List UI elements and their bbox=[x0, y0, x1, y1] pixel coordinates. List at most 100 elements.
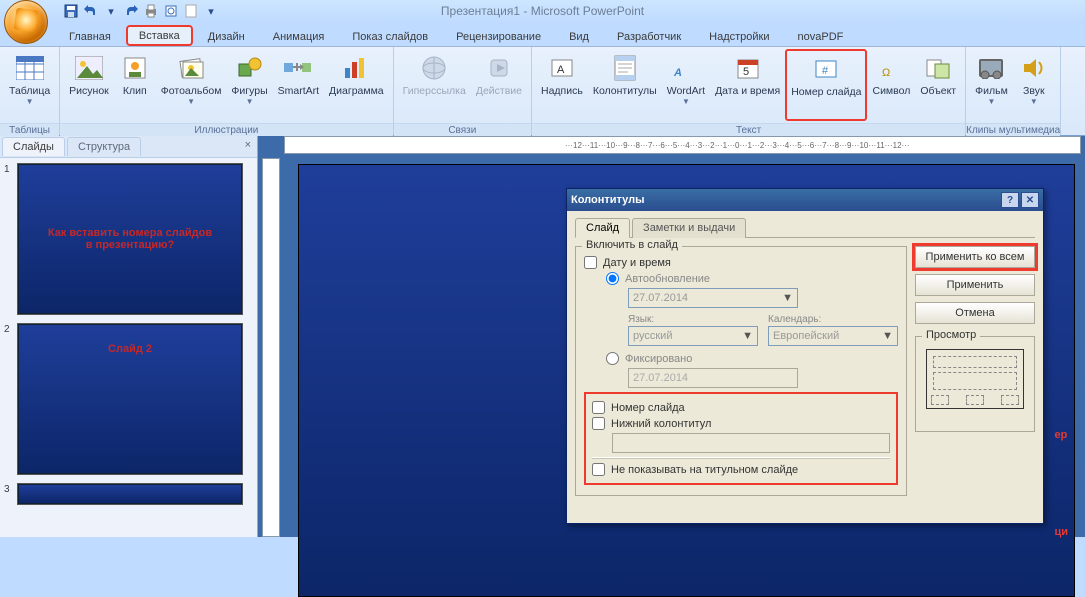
cancel-button[interactable]: Отмена bbox=[915, 302, 1035, 324]
dropdown-icon[interactable]: ▾ bbox=[102, 2, 120, 20]
tab-home[interactable]: Главная bbox=[56, 26, 124, 46]
object-icon bbox=[922, 52, 954, 84]
photoalbum-icon bbox=[175, 52, 207, 84]
photoalbum-button[interactable]: Фотоальбом▼ bbox=[156, 49, 227, 121]
calendar-select[interactable]: Европейский▼ bbox=[768, 326, 898, 346]
action-button[interactable]: Действие bbox=[471, 49, 527, 121]
help-icon[interactable]: ? bbox=[1001, 192, 1019, 208]
globe-icon bbox=[418, 52, 450, 84]
clip-button[interactable]: Клип bbox=[114, 49, 156, 121]
group-media: Фильм▼ Звук▼ Клипы мультимедиа bbox=[966, 47, 1061, 135]
redo-icon[interactable] bbox=[122, 2, 140, 20]
date-format-select[interactable]: 27.07.2014▼ bbox=[628, 288, 798, 308]
svg-text:#: # bbox=[822, 65, 829, 77]
chevron-down-icon: ▼ bbox=[26, 98, 34, 107]
office-button[interactable] bbox=[4, 0, 48, 44]
film-icon bbox=[975, 52, 1007, 84]
thumbnail-list[interactable]: 1 Как вставить номера слайдов в презента… bbox=[0, 158, 257, 537]
tab-review[interactable]: Рецензирование bbox=[443, 26, 554, 46]
header-footer-dialog: Колонтитулы ? ✕ Слайд Заметки и выдачи В… bbox=[566, 188, 1044, 524]
hide-on-title-checkbox[interactable]: Не показывать на титульном слайде bbox=[592, 463, 890, 476]
new-icon[interactable] bbox=[182, 2, 200, 20]
dialog-buttons: Применить ко всем Применить Отмена Просм… bbox=[915, 246, 1035, 496]
dialog-tabs: Слайд Заметки и выдачи bbox=[575, 217, 1035, 238]
outline-tab[interactable]: Структура bbox=[67, 137, 141, 156]
omega-icon: Ω bbox=[875, 52, 907, 84]
slidenumber-button[interactable]: #Номер слайда bbox=[785, 49, 867, 121]
slide-thumbnail[interactable]: Как вставить номера слайдов в презентаци… bbox=[18, 164, 242, 314]
calendar-icon: 5 bbox=[732, 52, 764, 84]
close-panel-icon[interactable]: × bbox=[245, 139, 251, 151]
object-button[interactable]: Объект bbox=[915, 49, 961, 121]
sound-button[interactable]: Звук▼ bbox=[1013, 49, 1055, 121]
textbox-button[interactable]: AНадпись bbox=[536, 49, 588, 121]
fixed-radio[interactable]: Фиксировано bbox=[606, 352, 898, 365]
slide-panel: Слайды Структура × 1 Как вставить номера… bbox=[0, 136, 258, 537]
close-icon[interactable]: ✕ bbox=[1021, 192, 1039, 208]
slide-text-fragment: ерци bbox=[1054, 385, 1068, 519]
thumb-row[interactable]: 1 Как вставить номера слайдов в презента… bbox=[4, 164, 253, 314]
autoupdate-radio[interactable]: Автообновление bbox=[606, 272, 898, 285]
tab-developer[interactable]: Разработчик bbox=[604, 26, 694, 46]
dialog-titlebar[interactable]: Колонтитулы ? ✕ bbox=[567, 189, 1043, 211]
qat-customize-icon[interactable]: ▾ bbox=[202, 2, 220, 20]
preview-icon[interactable] bbox=[162, 2, 180, 20]
language-select[interactable]: русский▼ bbox=[628, 326, 758, 346]
slidenumber-icon: # bbox=[810, 53, 842, 85]
slide-thumbnail[interactable]: Слайд 2 bbox=[18, 324, 242, 474]
tab-design[interactable]: Дизайн bbox=[195, 26, 258, 46]
preview-slide-icon bbox=[926, 349, 1024, 409]
clip-icon bbox=[119, 52, 151, 84]
thumb-row[interactable]: 3 bbox=[4, 484, 253, 504]
thumb-number: 3 bbox=[4, 484, 14, 504]
save-icon[interactable] bbox=[62, 2, 80, 20]
svg-text:Ω: Ω bbox=[882, 67, 890, 79]
print-icon[interactable] bbox=[142, 2, 160, 20]
slidenumber-checkbox[interactable]: Номер слайда bbox=[592, 401, 890, 414]
table-button[interactable]: Таблица▼ bbox=[4, 49, 55, 121]
calendar-label: Календарь: bbox=[768, 314, 898, 325]
dialog-tab-notes[interactable]: Заметки и выдачи bbox=[632, 218, 746, 238]
datetime-button[interactable]: 5Дата и время bbox=[710, 49, 785, 121]
movie-button[interactable]: Фильм▼ bbox=[970, 49, 1013, 121]
smartart-button[interactable]: SmartArt bbox=[273, 49, 324, 121]
horizontal-ruler: ···12···11···10···9···8···7···6···5···4·… bbox=[284, 136, 1081, 154]
language-label: Язык: bbox=[628, 314, 758, 325]
tab-novapdf[interactable]: novaPDF bbox=[785, 26, 857, 46]
apply-button[interactable]: Применить bbox=[915, 274, 1035, 296]
symbol-button[interactable]: ΩСимвол bbox=[867, 49, 915, 121]
apply-all-button[interactable]: Применить ко всем bbox=[915, 246, 1035, 268]
fixed-date-input[interactable] bbox=[628, 368, 798, 388]
datetime-checkbox[interactable]: Дату и время bbox=[584, 256, 898, 269]
tab-view[interactable]: Вид bbox=[556, 26, 602, 46]
thumb-row[interactable]: 2 Слайд 2 bbox=[4, 324, 253, 474]
wordart-button[interactable]: AWordArt▼ bbox=[662, 49, 710, 121]
app-title: Презентация1 - Microsoft PowerPoint bbox=[441, 4, 644, 18]
smartart-icon bbox=[282, 52, 314, 84]
footer-checkbox[interactable]: Нижний колонтитул bbox=[592, 417, 890, 430]
hyperlink-button[interactable]: Гиперссылка bbox=[398, 49, 471, 121]
dialog-tab-slide[interactable]: Слайд bbox=[575, 218, 630, 238]
slides-tab[interactable]: Слайды bbox=[2, 137, 65, 156]
tab-animation[interactable]: Анимация bbox=[260, 26, 338, 46]
headerfooter-button[interactable]: Колонтитулы bbox=[588, 49, 662, 121]
group-links: Гиперссылка Действие Связи bbox=[394, 47, 532, 135]
include-fieldset: Включить в слайд Дату и время Автообновл… bbox=[575, 246, 907, 496]
chevron-down-icon: ▼ bbox=[187, 98, 195, 107]
tab-slideshow[interactable]: Показ слайдов bbox=[339, 26, 441, 46]
vertical-ruler bbox=[262, 158, 280, 537]
preview-box: Просмотр bbox=[915, 336, 1035, 432]
svg-text:A: A bbox=[673, 67, 682, 79]
tab-insert[interactable]: Вставка bbox=[126, 25, 193, 46]
thumb-number: 2 bbox=[4, 324, 14, 474]
footer-text-input[interactable] bbox=[612, 433, 890, 453]
shapes-button[interactable]: Фигуры▼ bbox=[226, 49, 272, 121]
picture-button[interactable]: Рисунок bbox=[64, 49, 114, 121]
tab-addins[interactable]: Надстройки bbox=[696, 26, 782, 46]
ribbon: Таблица▼ Таблицы Рисунок Клип Фотоальбом… bbox=[0, 46, 1085, 136]
chart-button[interactable]: Диаграмма bbox=[324, 49, 389, 121]
undo-icon[interactable] bbox=[82, 2, 100, 20]
textbox-icon: A bbox=[546, 52, 578, 84]
table-icon bbox=[14, 52, 46, 84]
slide-thumbnail[interactable] bbox=[18, 484, 242, 504]
